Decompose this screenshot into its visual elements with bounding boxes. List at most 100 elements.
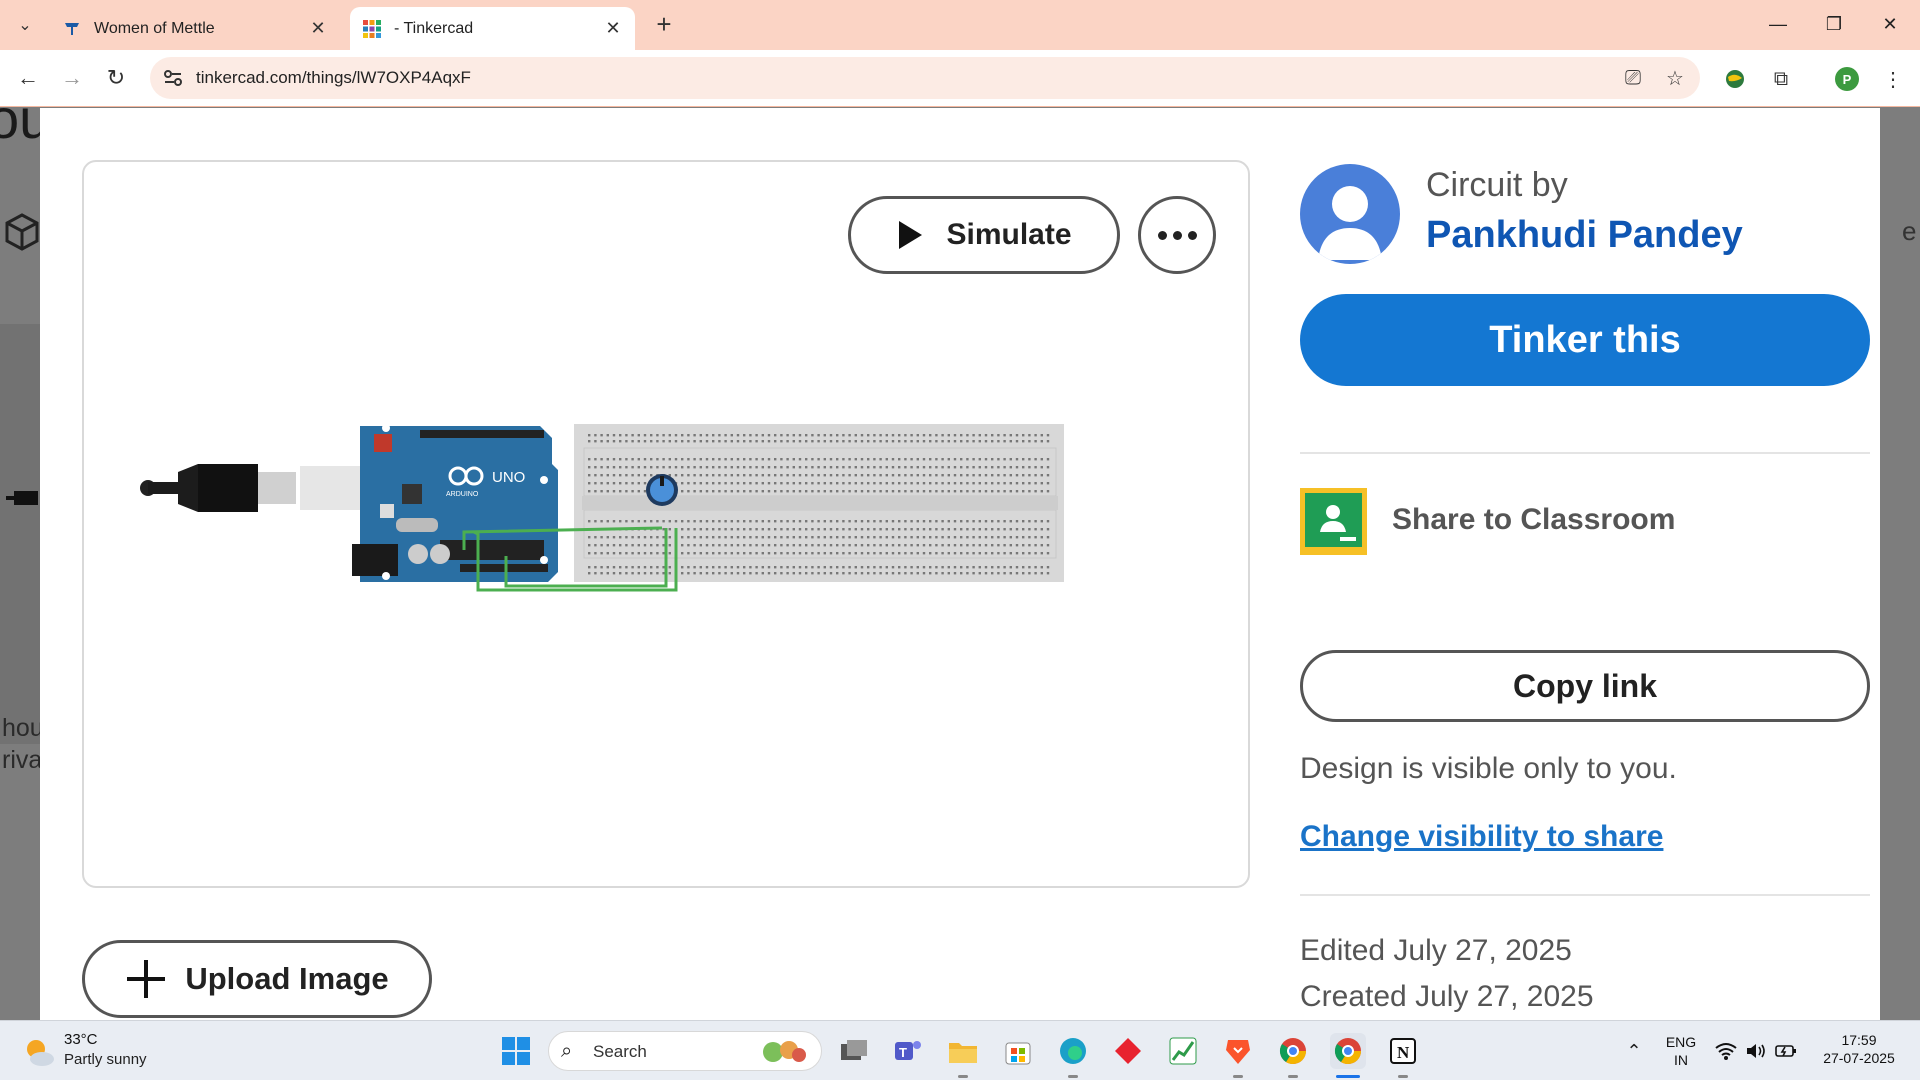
breadboard-hole — [631, 482, 634, 485]
breadboard-hole — [953, 566, 957, 569]
upload-image-button[interactable]: Upload Image — [82, 940, 432, 1018]
tab-search-button[interactable]: ⌄ — [10, 12, 40, 38]
breadboard-hole — [656, 466, 659, 469]
site-settings-icon[interactable] — [162, 67, 184, 89]
share-to-classroom-link[interactable]: Share to Classroom — [1392, 503, 1675, 537]
taskbar-search[interactable]: ⌕ Search — [548, 1031, 822, 1071]
brave-browser-icon[interactable] — [1220, 1033, 1256, 1069]
breadboard-hole — [823, 520, 826, 523]
close-tab-icon[interactable]: ✕ — [601, 18, 625, 39]
breadboard-hole — [929, 520, 932, 523]
breadboard-hole — [848, 536, 851, 539]
breadboard-hole — [922, 520, 926, 523]
breadboard-hole — [1046, 458, 1050, 461]
breadboard-hole — [749, 566, 752, 569]
breadboard-hole — [854, 440, 857, 443]
change-visibility-link[interactable]: Change visibility to share — [1300, 820, 1663, 854]
breadboard-hole — [898, 458, 901, 461]
breadboard-hole — [805, 490, 808, 493]
battery-icon[interactable] — [1768, 1033, 1804, 1069]
breadboard-hole — [668, 536, 671, 539]
stock-chart-app-icon[interactable] — [1165, 1033, 1201, 1069]
teams-icon[interactable]: T — [890, 1033, 926, 1069]
file-explorer-icon[interactable] — [945, 1033, 981, 1069]
breadboard-hole — [761, 434, 764, 437]
extension-globe-icon[interactable] — [1722, 66, 1748, 92]
breadboard-hole — [637, 434, 640, 437]
breadboard-hole — [823, 536, 826, 539]
weather-temperature[interactable]: 33°C — [64, 1031, 98, 1048]
breadboard-hole — [786, 528, 789, 531]
close-window-button[interactable]: ✕ — [1862, 0, 1918, 48]
breadboard-hole — [848, 474, 851, 477]
breadboard-hole — [643, 482, 647, 485]
chrome-icon[interactable] — [1330, 1033, 1366, 1069]
breadboard-hole — [730, 544, 733, 547]
copy-link-button[interactable]: Copy link — [1300, 650, 1870, 722]
breadboard-hole — [1040, 466, 1043, 469]
breadboard-hole — [786, 458, 789, 461]
edge-icon[interactable] — [1055, 1033, 1091, 1069]
breadboard-hole — [966, 458, 969, 461]
weather-description[interactable]: Partly sunny — [64, 1051, 147, 1068]
breadboard-hole — [724, 466, 727, 469]
breadboard-hole — [854, 490, 857, 493]
breadboard-hole — [941, 552, 944, 555]
tinker-this-button[interactable]: Tinker this — [1300, 294, 1870, 386]
breadboard-hole — [606, 466, 609, 469]
breadboard-hole — [929, 458, 932, 461]
breadboard-hole — [730, 528, 733, 531]
tab-women-of-mettle[interactable]: Women of Mettle ✕ — [50, 7, 340, 50]
microsoft-store-icon[interactable] — [1000, 1033, 1036, 1069]
breadboard-hole — [767, 528, 771, 531]
breadboard-hole — [941, 474, 944, 477]
breadboard-hole — [687, 572, 690, 575]
chrome-profile-icon[interactable] — [1275, 1033, 1311, 1069]
author-avatar[interactable] — [1300, 164, 1400, 264]
breadboard-hole — [681, 440, 684, 443]
breadboard-hole — [743, 552, 746, 555]
language-indicator[interactable]: ENG IN — [1662, 1033, 1700, 1069]
restore-button[interactable]: ❐ — [1806, 0, 1862, 48]
task-view-icon[interactable] — [836, 1033, 872, 1069]
breadboard-hole — [960, 572, 963, 575]
breadboard-hole — [749, 490, 752, 493]
author-name-link[interactable]: Pankhudi Pandey — [1426, 214, 1743, 257]
breadboard-hole — [873, 474, 876, 477]
breadboard-hole — [693, 466, 696, 469]
breadboard-hole — [1003, 520, 1006, 523]
browser-menu-icon[interactable]: ⋮ — [1880, 66, 1906, 92]
breadboard-hole — [724, 458, 727, 461]
minimize-button[interactable]: — — [1750, 0, 1806, 48]
breadboard-hole — [693, 434, 696, 437]
address-bar[interactable]: tinkercad.com/things/lW7OXP4AqxF ⎚ ☆ — [150, 57, 1700, 99]
bookmark-star-icon[interactable]: ☆ — [1662, 66, 1688, 90]
profile-avatar[interactable]: P — [1835, 67, 1859, 91]
partly-sunny-icon[interactable] — [22, 1035, 56, 1069]
google-classroom-icon[interactable] — [1300, 488, 1367, 555]
reload-button[interactable]: ↻ — [100, 62, 132, 94]
show-hidden-icons-chevron-icon[interactable]: ⌃ — [1616, 1033, 1652, 1069]
install-app-icon[interactable]: ⎚ — [1620, 66, 1646, 90]
breadboard-hole — [749, 552, 752, 555]
breadboard-hole — [1022, 466, 1025, 469]
breadboard-hole — [718, 434, 721, 437]
clock[interactable]: 17:59 27-07-2025 — [1814, 1031, 1904, 1067]
notion-icon[interactable]: N — [1385, 1033, 1421, 1069]
breadboard-hole — [842, 528, 845, 531]
breadboard-hole — [743, 466, 746, 469]
extensions-puzzle-icon[interactable]: ⧉ — [1768, 66, 1794, 92]
breadboard-hole — [718, 520, 721, 523]
breadboard-hole — [730, 536, 733, 539]
close-tab-icon[interactable]: ✕ — [306, 18, 330, 39]
windows-start-icon[interactable] — [498, 1033, 534, 1069]
breadboard-hole — [594, 552, 597, 555]
simulate-button[interactable]: Simulate — [848, 196, 1120, 274]
circuit-diagram[interactable]: UNO ARDUINO — [140, 424, 1180, 664]
new-tab-button[interactable]: + — [650, 9, 678, 39]
breadboard-hole — [1028, 474, 1031, 477]
red-app-icon[interactable] — [1110, 1033, 1146, 1069]
more-options-button[interactable] — [1138, 196, 1216, 274]
forward-button[interactable]: → — [56, 62, 88, 94]
tab-tinkercad[interactable]: - Tinkercad ✕ — [350, 7, 635, 50]
